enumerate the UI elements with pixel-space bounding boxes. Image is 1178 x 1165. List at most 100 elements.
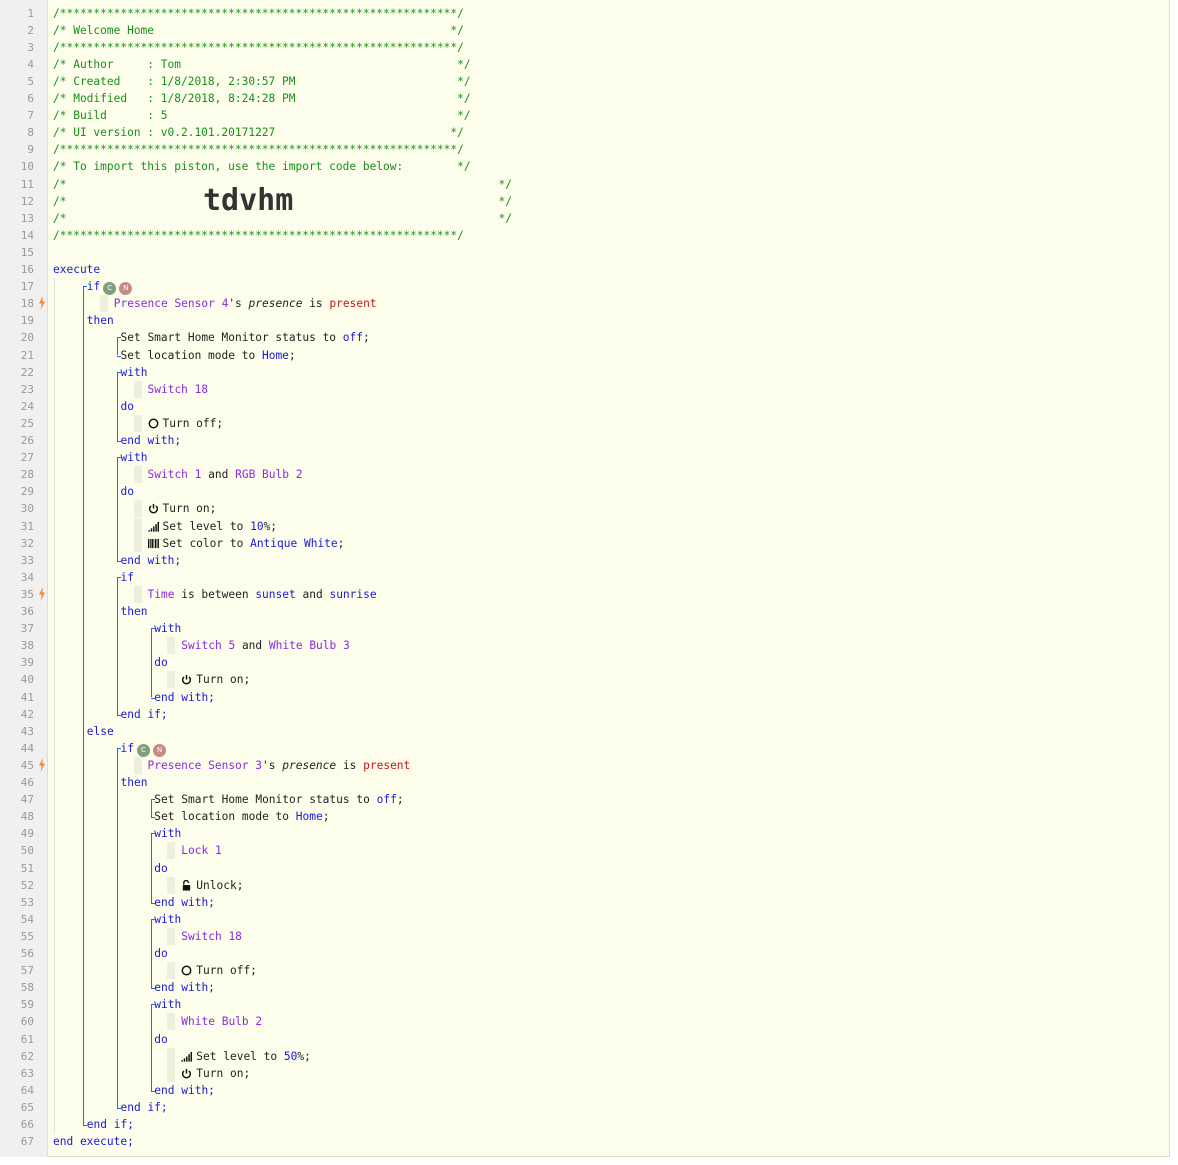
block-guide-tick xyxy=(150,902,155,904)
block-guide-line xyxy=(150,918,152,989)
line-number: 42 xyxy=(20,707,34,721)
line-number: 40 xyxy=(20,673,34,687)
code-line: 29 do xyxy=(0,483,1170,500)
code-line: 52 Unlock; xyxy=(0,877,1170,894)
device-name: Time xyxy=(147,587,175,601)
statement-end: %; xyxy=(297,1049,311,1063)
statement-text: Set location mode to xyxy=(120,348,256,362)
line-number: 38 xyxy=(20,639,34,653)
then-keyword: then xyxy=(86,314,114,328)
statement-end: ; xyxy=(288,348,296,362)
block-guide-tick xyxy=(116,576,121,578)
line-number: 23 xyxy=(20,382,34,396)
line-number: 14 xyxy=(20,228,34,242)
indent-shade xyxy=(133,756,142,774)
lightning-bolt-icon[interactable] xyxy=(38,586,46,601)
line-number: 15 xyxy=(20,245,34,259)
lightning-bolt-icon[interactable] xyxy=(38,757,46,772)
code-line: 33 end with; xyxy=(0,552,1170,569)
line-number: 46 xyxy=(20,776,34,789)
condition-badge-n[interactable]: N xyxy=(119,282,133,296)
color-barcode-icon xyxy=(147,538,159,548)
code-line: 53 end with; xyxy=(0,894,1170,911)
lightning-bolt-icon[interactable] xyxy=(38,296,46,311)
line-number: 61 xyxy=(20,1032,34,1046)
line-number: 4 xyxy=(27,57,34,71)
statement-value: Home xyxy=(261,348,289,362)
code-line: 32 Set color to Antique White; xyxy=(0,535,1170,552)
indent-shade xyxy=(133,380,142,398)
if-keyword: if xyxy=(86,280,101,294)
code-line: 65 end if; xyxy=(0,1099,1170,1116)
device-name: Switch 18 xyxy=(147,382,209,396)
operator: is xyxy=(309,297,323,311)
end-with-keyword: end with; xyxy=(120,434,182,447)
line-number: 28 xyxy=(20,468,34,482)
block-guide-tick xyxy=(150,628,155,630)
line-number: 2 xyxy=(27,23,34,37)
line-number: 22 xyxy=(20,365,34,379)
block-guide-tick xyxy=(150,817,155,819)
statement-text: Set location mode to xyxy=(154,810,290,824)
code-line: 45 Presence Sensor 3's presence is presen… xyxy=(0,757,1170,774)
do-keyword: do xyxy=(154,656,168,670)
with-keyword: with xyxy=(154,622,182,636)
comment-created: /* Created : 1/8/2018, 2:30:57 PM */ xyxy=(53,74,471,88)
device-name: Switch 5 xyxy=(181,639,236,653)
block-guide-tick xyxy=(83,286,87,288)
device-name: Presence Sensor 3 xyxy=(147,758,263,772)
indent-shade xyxy=(167,1013,176,1031)
comment-close: */ xyxy=(498,194,512,208)
block-guide-tick xyxy=(116,560,121,562)
line-number: 34 xyxy=(20,570,34,584)
block-guide-line xyxy=(116,337,118,356)
condition-badge-c[interactable]: C xyxy=(103,282,117,296)
line-number: 37 xyxy=(20,622,34,636)
line-number: 56 xyxy=(20,947,34,960)
condition-badge-n[interactable]: N xyxy=(152,743,166,757)
attribute-name: presence xyxy=(282,758,337,772)
block-guide-tick xyxy=(150,918,155,920)
with-keyword: with xyxy=(120,451,148,465)
code-line: 38 Switch 5 and White Bulb 3 xyxy=(0,637,1170,654)
indent-shade xyxy=(133,500,142,518)
comment-import: /* To import this piston, use the import… xyxy=(53,160,471,174)
code-line: 8 /* UI version : v0.2.101.20171227 */ xyxy=(0,124,1170,141)
code-line: 1 /**************************************… xyxy=(0,5,1170,22)
line-number: 41 xyxy=(20,690,34,704)
line-number: 3 xyxy=(27,40,34,54)
line-number: 13 xyxy=(20,211,34,225)
code-line: 25 Turn off; xyxy=(0,415,1170,432)
code-line: 10 /* To import this piston, use the impo… xyxy=(0,158,1170,175)
comment-open: /* xyxy=(53,211,67,225)
command-text: Turn off; xyxy=(162,416,224,430)
code-line: 31 Set level to 10%; xyxy=(0,518,1170,535)
code-line: 39 do xyxy=(0,654,1170,671)
code-line: 17 if C N xyxy=(0,278,1170,296)
execute-guide-line xyxy=(54,278,55,1134)
line-number: 33 xyxy=(20,553,34,567)
do-keyword: do xyxy=(154,1032,168,1046)
code-line: 63 Turn on; xyxy=(0,1065,1170,1082)
import-code[interactable]: tdvhm xyxy=(203,185,293,216)
indent-shade xyxy=(167,842,176,860)
comment-build: /* Build : 5 */ xyxy=(53,109,471,123)
line-number: 31 xyxy=(20,519,34,533)
end-if-keyword: end if; xyxy=(120,1100,168,1114)
end-with-keyword: end with; xyxy=(154,981,215,995)
block-guide-tick xyxy=(116,714,121,716)
block-guide-line xyxy=(150,799,152,818)
line-number: 44 xyxy=(20,741,34,755)
code-line: 14 /*************************************… xyxy=(0,227,1170,244)
command-text: Turn on; xyxy=(196,1066,251,1080)
code-line: 35 Time is between sunset and sunrise xyxy=(0,586,1170,603)
line-number: 5 xyxy=(27,74,34,88)
code-line: 43 else xyxy=(0,723,1170,740)
code-line: 24 do xyxy=(0,398,1170,415)
code-line: 42 end if; xyxy=(0,706,1170,723)
block-guide-tick xyxy=(116,1107,121,1109)
line-number: 17 xyxy=(20,280,34,294)
condition-badge-c[interactable]: C xyxy=(136,743,150,757)
code-line: 67 end execute; xyxy=(0,1133,1170,1150)
code-line: 56 do xyxy=(0,945,1170,962)
